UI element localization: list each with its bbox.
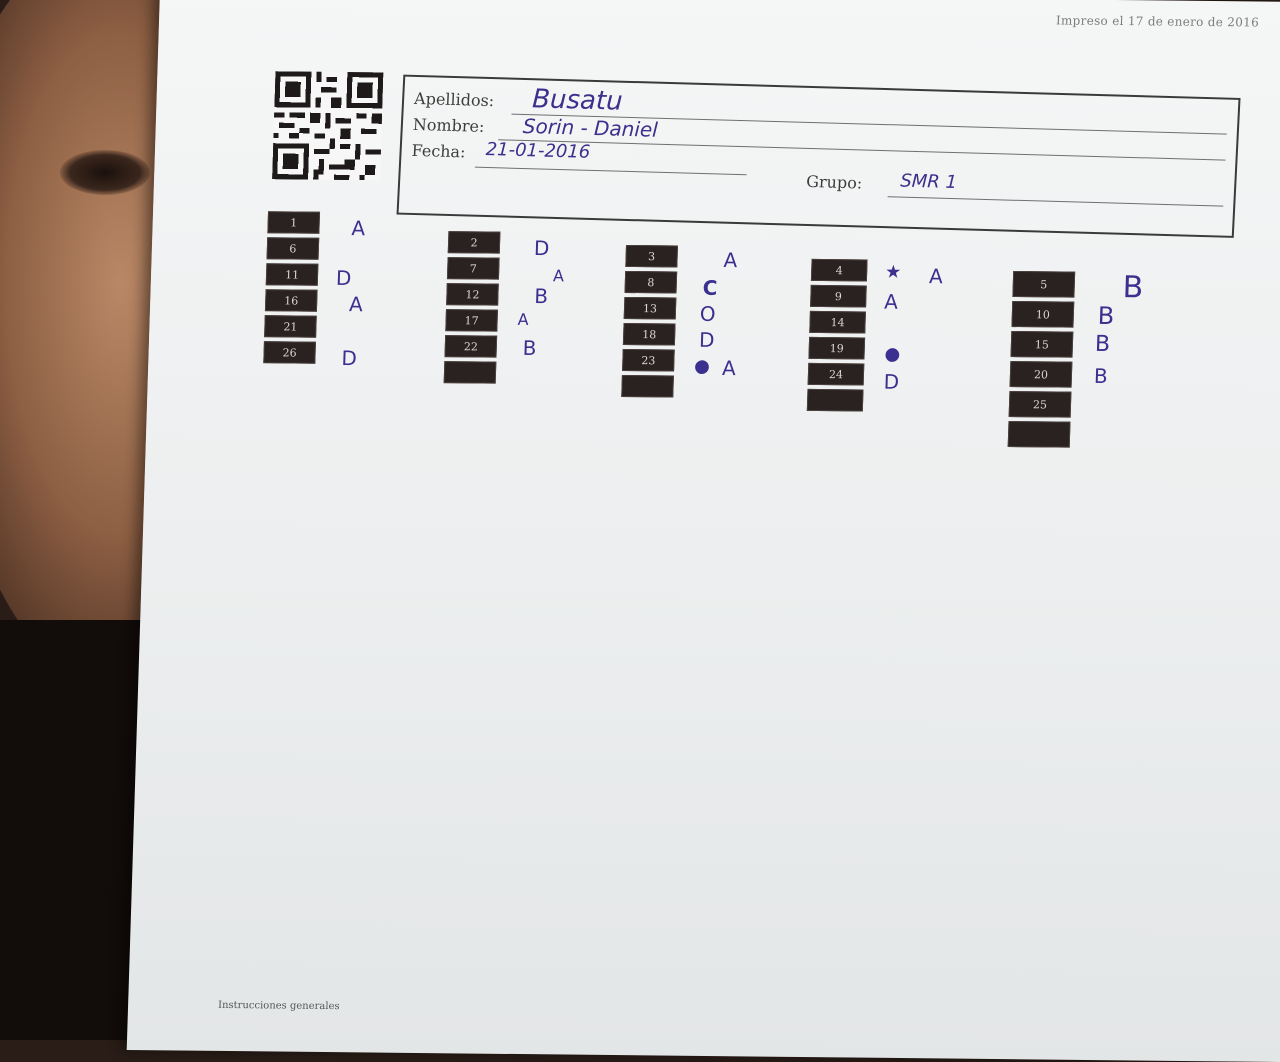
answer-mark: D: [341, 346, 358, 371]
answer-mark: A: [723, 247, 738, 273]
answer-sheet: Impreso el 17 de enero de 2016 Apellidos…: [126, 0, 1280, 1062]
question-number: 11: [265, 263, 319, 286]
question-number: 13: [623, 296, 677, 320]
filled-bubble-icon: ★: [884, 261, 902, 283]
qr-code: [272, 71, 384, 181]
answer-column-3: 3 8 13 18 23 A C O D A ●: [621, 244, 738, 402]
apellidos-value: Busatu: [531, 84, 624, 117]
question-number: 3: [625, 244, 679, 268]
student-id-box: Apellidos: Busatu Nombre: Sorin - Daniel…: [396, 74, 1241, 238]
answer-mark: B: [522, 335, 537, 361]
fecha-value: 21-01-2016: [485, 138, 591, 163]
answer-mark: A: [348, 292, 364, 317]
nombre-label: Nombre:: [412, 114, 485, 136]
question-number: 15: [1010, 331, 1074, 358]
question-number: 21: [264, 315, 317, 338]
question-number: 16: [264, 289, 318, 312]
question-number: 12: [446, 283, 499, 306]
answer-mark: D: [698, 327, 715, 352]
filled-bubble-icon: ●: [884, 343, 901, 365]
answer-mark: B: [1122, 270, 1144, 306]
question-number: [806, 388, 864, 412]
answer-mark: D: [533, 235, 550, 261]
question-number: 24: [807, 362, 865, 386]
question-number: 22: [444, 335, 498, 358]
question-number: 10: [1011, 301, 1075, 328]
fecha-label: Fecha:: [411, 140, 466, 162]
answer-column-5: 5 10 15 20 25 B B B B: [1007, 270, 1144, 452]
answer-mark: A: [517, 309, 529, 329]
answer-mark: B: [534, 284, 549, 309]
question-number: 9: [810, 284, 867, 308]
answer-column-4: 4 9 14 19 24 ★ A A ● D: [806, 258, 943, 416]
answer-column-2: 2 7 12 17 22 D A B A B: [443, 231, 564, 388]
answer-mark: C: [702, 275, 718, 300]
nombre-line: [498, 139, 1226, 161]
filled-bubble-icon: ●: [693, 355, 711, 377]
question-number: 23: [622, 348, 675, 372]
question-number: 2: [447, 231, 501, 254]
footer-note: Instrucciones generales: [217, 999, 340, 1013]
question-number: 1: [267, 211, 321, 234]
print-date: Impreso el 17 de enero de 2016: [1055, 13, 1260, 30]
question-number: 7: [446, 257, 500, 280]
answer-mark: B: [1097, 301, 1115, 331]
answer-mark: D: [883, 369, 900, 394]
answer-mark: D: [335, 265, 352, 291]
question-number: 19: [808, 336, 866, 360]
question-number: 20: [1009, 361, 1073, 388]
question-number: [1007, 421, 1071, 448]
question-number: 8: [624, 270, 678, 294]
question-number: 26: [263, 341, 316, 364]
answer-mark: O: [699, 301, 716, 326]
question-number: 6: [266, 237, 320, 260]
question-number: 5: [1012, 271, 1076, 298]
grupo-label: Grupo:: [805, 171, 863, 193]
grupo-value: SMR 1: [899, 170, 958, 194]
answer-mark: A: [883, 289, 899, 314]
fecha-line: [474, 166, 747, 176]
answer-mark: A: [721, 355, 737, 381]
question-number: 25: [1008, 391, 1072, 418]
question-number: 4: [810, 258, 868, 282]
question-number: [443, 361, 497, 384]
question-number: 14: [809, 310, 866, 334]
apellidos-label: Apellidos:: [413, 88, 495, 111]
grupo-line: [887, 196, 1224, 207]
question-number: [621, 374, 674, 398]
question-number: 18: [622, 322, 676, 346]
answer-mark: A: [351, 216, 366, 241]
answer-mark: A: [552, 266, 565, 286]
nombre-value: Sorin - Daniel: [522, 113, 659, 142]
answer-mark: A: [928, 264, 944, 289]
question-number: 17: [445, 309, 498, 332]
person-eye: [60, 150, 150, 195]
answer-column-1: 1 6 11 16 21 26 A D A D: [263, 211, 366, 370]
answer-mark: B: [1094, 331, 1111, 358]
answer-mark: B: [1093, 363, 1109, 389]
